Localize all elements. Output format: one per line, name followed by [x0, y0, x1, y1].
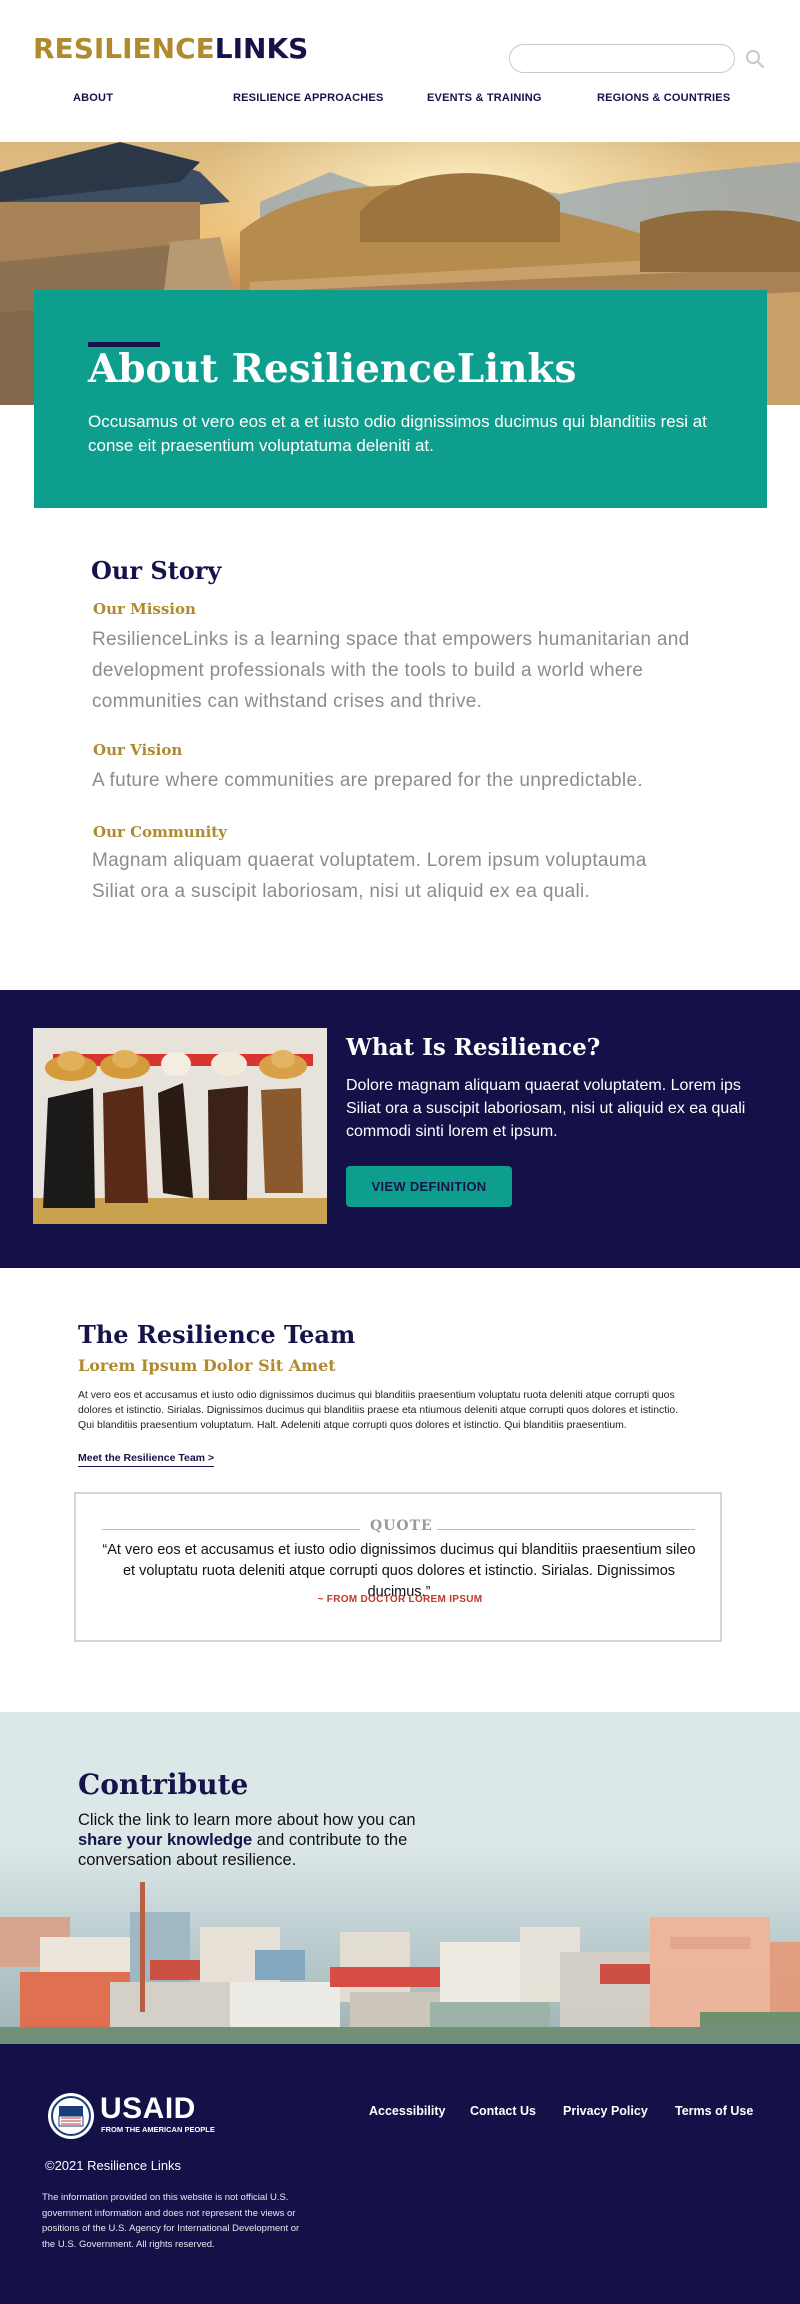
contribute-text: Click the link to learn more about how y… — [78, 1811, 416, 1869]
contribute-section — [0, 1712, 800, 2044]
our-story-heading: Our Story — [91, 556, 222, 585]
view-definition-button[interactable]: VIEW DEFINITION — [346, 1166, 512, 1207]
usaid-seal-icon — [47, 2092, 95, 2140]
team-heading: The Resilience Team — [78, 1320, 356, 1349]
community-text: Magnam aliquam quaerat voluptatem. Lorem… — [92, 850, 647, 902]
footer-contact-link[interactable]: Contact Us — [470, 2104, 536, 2118]
page-title: About ResilienceLinks — [88, 346, 577, 392]
community-heading: Our Community — [93, 823, 227, 841]
mission-text: ResilienceLinks is a learning space that… — [92, 629, 690, 712]
footer-terms-link[interactable]: Terms of Use — [675, 2104, 753, 2118]
vision-heading: Our Vision — [93, 741, 183, 759]
mission-heading: Our Mission — [93, 600, 196, 618]
nav-about[interactable]: ABOUT — [73, 92, 113, 104]
quote-divider-left — [102, 1529, 360, 1530]
usaid-wordmark: USAID — [100, 2092, 196, 2125]
footer-privacy-link[interactable]: Privacy Policy — [563, 2104, 648, 2118]
quote-divider-right — [437, 1529, 695, 1530]
resilience-text: Dolore magnam aliquam quaerat voluptatem… — [346, 1077, 746, 1140]
site-header: RESILIENCELINKS ABOUT RESILIENCE APPROAC… — [0, 0, 800, 142]
share-knowledge-link[interactable]: share your knowledge — [78, 1831, 252, 1849]
hero-intro: Occusamus ot vero eos et a et iusto odio… — [88, 412, 707, 455]
search-icon[interactable] — [744, 48, 766, 70]
vision-text: A future where communities are prepared … — [92, 770, 643, 791]
contribute-heading: Contribute — [78, 1768, 249, 1801]
what-is-resilience-heading: What Is Resilience? — [346, 1034, 601, 1061]
nav-resilience-approaches[interactable]: RESILIENCE APPROACHES — [233, 92, 383, 104]
meet-team-link[interactable]: Meet the Resilience Team > — [78, 1452, 215, 1467]
nav-regions-countries[interactable]: REGIONS & COUNTRIES — [597, 92, 730, 104]
team-text: At vero eos et accusamus et iusto odio d… — [78, 1390, 679, 1431]
team-subheading: Lorem Ipsum Dolor Sit Amet — [78, 1356, 336, 1375]
footer-accessibility-link[interactable]: Accessibility — [369, 2104, 445, 2118]
copyright: ©2021 Resilience Links — [45, 2158, 182, 2173]
site-logo[interactable]: RESILIENCELINKS — [33, 32, 308, 65]
site-footer — [0, 2044, 800, 2304]
hero-panel — [34, 290, 767, 508]
quote-attribution: ~ FROM DOCTOR LOREM IPSUM — [317, 1594, 483, 1605]
usaid-tagline: FROM THE AMERICAN PEOPLE — [101, 2125, 215, 2134]
quote-label: QUOTE — [370, 1518, 433, 1534]
hats-coats-image — [33, 1028, 327, 1224]
nav-events-training[interactable]: EVENTS & TRAINING — [427, 92, 542, 104]
search-input[interactable] — [509, 44, 735, 73]
footer-disclaimer: The information provided on this website… — [42, 2192, 300, 2250]
